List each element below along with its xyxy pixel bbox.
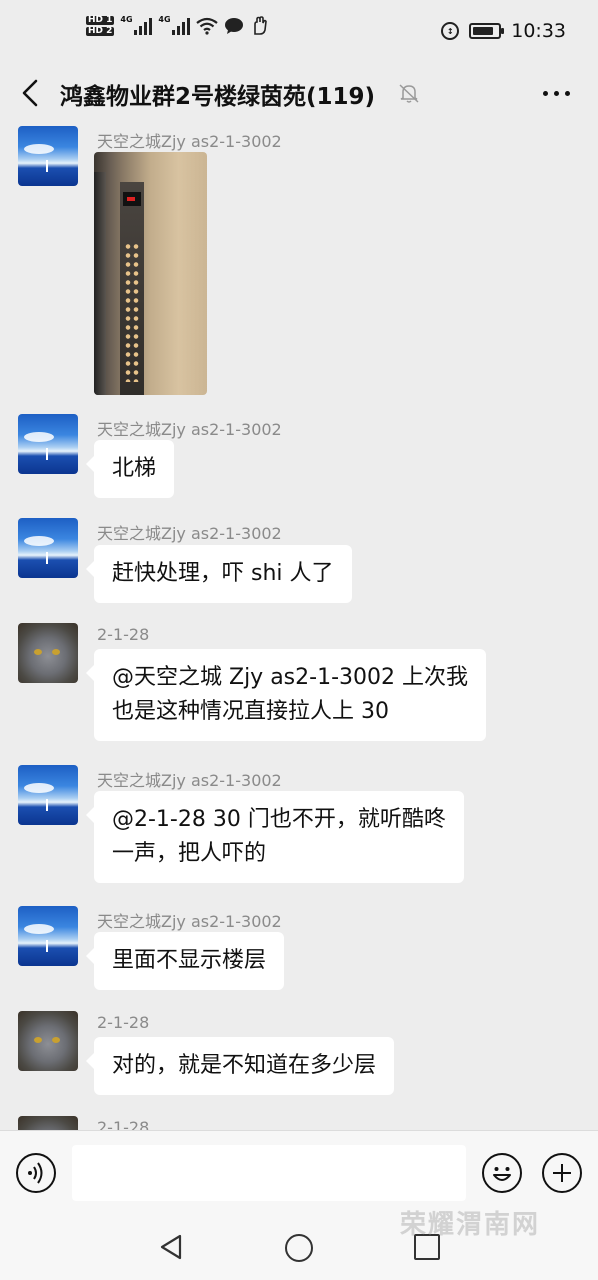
message-bubble[interactable]: 赶快处理，吓 shi 人了: [86, 545, 352, 603]
sky-avatar[interactable]: [18, 906, 78, 966]
message-line: 一声，把人吓的: [112, 841, 267, 866]
network-label-2: 4G: [158, 15, 171, 24]
clock: 10:33: [511, 20, 566, 42]
sky-avatar[interactable]: [18, 126, 78, 186]
sender-name: 2-1-28: [97, 625, 150, 644]
network-label-1: 4G: [120, 15, 133, 24]
message-line: @2-1-28 30 门也不开，就听酷咚: [112, 807, 446, 832]
more-options-icon[interactable]: [543, 91, 570, 96]
sender-name: 天空之城Zjy as2-1-3002: [97, 771, 282, 790]
message-bubble[interactable]: 对的，就是不知道在多少层: [85, 1037, 395, 1095]
input-bar: [0, 1130, 598, 1214]
sky-avatar[interactable]: [18, 414, 78, 474]
sky-avatar[interactable]: [18, 518, 78, 578]
message-input[interactable]: [72, 1145, 466, 1201]
nav-home-icon[interactable]: [285, 1234, 313, 1262]
message-line: 赶快处理，吓 shi 人了: [112, 561, 334, 586]
chat-header: 鸿鑫物业群2号楼绿茵苑(119): [0, 64, 598, 122]
more-plus-icon[interactable]: [542, 1153, 582, 1193]
message-line: 里面不显示楼层: [112, 948, 267, 973]
message-bubble[interactable]: 里面不显示楼层: [85, 932, 285, 990]
sender-name: 天空之城Zjy as2-1-3002: [97, 420, 282, 439]
group-title: 鸿鑫物业群2号楼绿茵苑(119): [60, 84, 376, 110]
message-bubble[interactable]: @2-1-28 30 门也不开，就听酷咚 一声，把人吓的: [86, 791, 464, 883]
status-bar: HD 1 HD 2 4G 4G ↕ 10:33: [0, 0, 598, 64]
battery-icon: [469, 23, 505, 39]
sender-name: 2-1-28: [97, 1118, 150, 1130]
sender-name: 天空之城Zjy as2-1-3002: [97, 524, 282, 543]
elevator-panel-photo[interactable]: [94, 152, 207, 395]
signal-icon-2: 4G: [158, 15, 191, 35]
cat-avatar[interactable]: [18, 1011, 78, 1071]
message-line: 也是这种情况直接拉人上 30: [112, 699, 389, 724]
message-item: 2-1-28 @天空之城 Zjy as2-1-3002 上次我 也是这种情况直接…: [0, 623, 598, 741]
message-item: 2-1-28 对的，就是不知道在多少层: [0, 1011, 598, 1095]
data-saver-icon: ↕: [441, 22, 460, 40]
emoji-icon[interactable]: [482, 1153, 522, 1193]
sky-avatar[interactable]: [18, 765, 78, 825]
message-bubble[interactable]: @天空之城 Zjy as2-1-3002 上次我 也是这种情况直接拉人上 30: [86, 649, 486, 741]
wifi-icon: [196, 17, 219, 35]
hd2-label: HD 2: [86, 26, 115, 36]
message-item: 天空之城Zjy as2-1-3002: [0, 122, 598, 395]
chat-message-list[interactable]: 天空之城Zjy as2-1-3002 天空之城Zjy as2-1-3002 北梯…: [0, 122, 598, 1130]
message-icon: [225, 18, 244, 34]
sender-name: 天空之城Zjy as2-1-3002: [97, 912, 282, 931]
back-icon[interactable]: [18, 78, 44, 108]
cat-avatar[interactable]: [18, 623, 78, 683]
cat-avatar[interactable]: [18, 1116, 78, 1130]
message-line: 北梯: [112, 456, 157, 481]
message-bubble[interactable]: 北梯: [85, 440, 175, 498]
watermark-logo: 荣耀渭南网: [400, 1210, 541, 1240]
message-line: @天空之城 Zjy as2-1-3002 上次我: [112, 665, 468, 690]
battery-fill: [473, 27, 494, 35]
message-item: 天空之城Zjy as2-1-3002 里面不显示楼层: [0, 906, 598, 990]
sender-name: 天空之城Zjy as2-1-3002: [97, 132, 282, 151]
message-item: 天空之城Zjy as2-1-3002 赶快处理，吓 shi 人了: [0, 518, 598, 603]
voice-input-icon[interactable]: [16, 1153, 56, 1193]
sender-name: 2-1-28: [97, 1013, 150, 1032]
message-item: 天空之城Zjy as2-1-3002 @2-1-28 30 门也不开，就听酷咚 …: [0, 765, 598, 883]
message-line: 对的，就是不知道在多少层: [112, 1053, 377, 1078]
message-item: 天空之城Zjy as2-1-3002 北梯: [0, 414, 598, 498]
mute-bell-icon: [399, 84, 419, 103]
signal-icon-1: 4G: [120, 15, 153, 35]
hand-icon: [254, 16, 268, 35]
hd-indicator: HD 1 HD 2: [86, 15, 115, 36]
message-item: 2-1-28: [0, 1116, 598, 1130]
nav-back-icon[interactable]: [158, 1232, 186, 1262]
hd1-label: HD 1: [86, 15, 115, 25]
